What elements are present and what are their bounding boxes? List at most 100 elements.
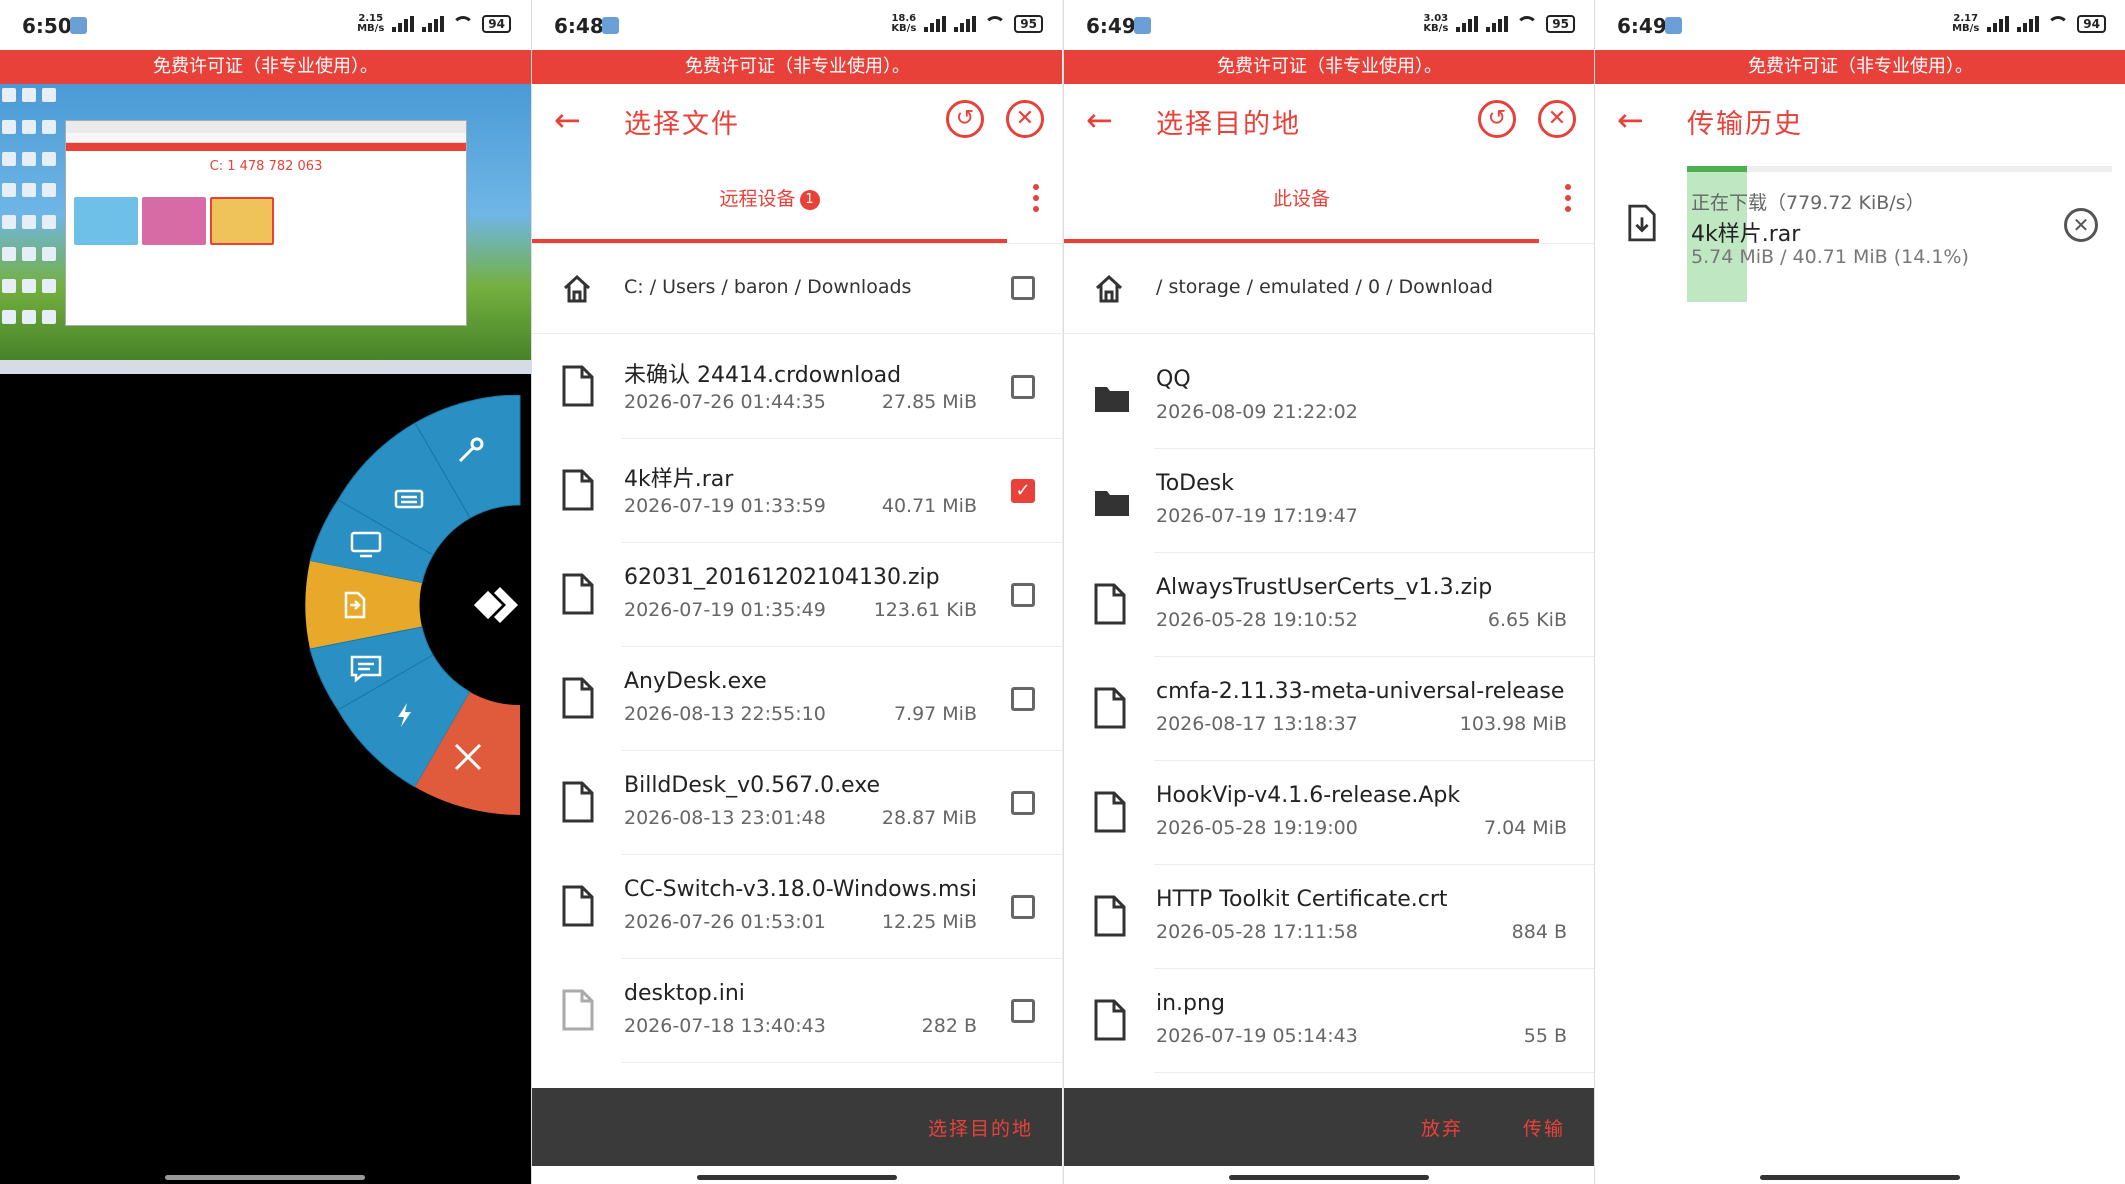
- back-arrow-icon[interactable]: ←: [1617, 102, 1644, 138]
- network-speed: 2.15 MB/s: [357, 13, 385, 34]
- folder-row[interactable]: QQ 2026-08-09 21:22:02: [1064, 345, 1594, 449]
- status-bar: 6:49 2.17 MB/s 94: [1595, 0, 2125, 50]
- remote-taskbar: [0, 360, 531, 374]
- tab-indicator: [532, 239, 1007, 243]
- file-row[interactable]: 未确认 24414.crdownload 2026-07-26 01:44:35 2…: [532, 335, 1062, 439]
- select-file-panel: 6:48 18.6 KB/s 95 免费许可证（非专业使用）。 ← 选择文件 ↺ …: [531, 0, 1062, 1184]
- file-checkbox[interactable]: [1011, 791, 1035, 815]
- item-name: HookVip-v4.1.6-release.Apk: [1156, 783, 1461, 808]
- file-row[interactable]: desktop.ini 2026-07-18 13:40:43 282 B: [532, 959, 1062, 1063]
- file-row[interactable]: in.png 2026-07-19 05:14:43 55 B: [1064, 969, 1594, 1073]
- close-circle-icon[interactable]: ✕: [1006, 100, 1044, 138]
- file-row[interactable]: cmfa-2.11.33-meta-universal-release.apk 2…: [1064, 657, 1594, 761]
- status-time: 6:49: [1617, 14, 1667, 38]
- file-checkbox[interactable]: ✓: [1011, 479, 1035, 503]
- file-size: 28.87 MiB: [881, 807, 977, 829]
- battery-indicator: 94: [2077, 15, 2106, 33]
- home-icon[interactable]: [1094, 274, 1124, 304]
- status-indicators: 2.17 MB/s 94: [1952, 14, 2106, 34]
- file-icon: [1094, 999, 1126, 1041]
- tab-remote-device[interactable]: 远程设备 1: [532, 184, 1007, 211]
- item-date: 2026-08-09 21:22:02: [1156, 401, 1358, 423]
- file-checkbox[interactable]: [1011, 687, 1035, 711]
- transfer-file-name: 4k样片.rar: [1691, 222, 1801, 247]
- file-row[interactable]: BilldDesk_v0.567.0.exe 2026-08-13 23:01:4…: [532, 751, 1062, 855]
- file-date: 2026-07-26 01:44:35: [624, 391, 826, 413]
- file-row[interactable]: AlwaysTrustUserCerts_v1.3.zip 2026-05-28 …: [1064, 553, 1594, 657]
- file-row[interactable]: 62031_20161202104130.zip 2026-07-19 01:35…: [532, 543, 1062, 647]
- transfer-item: 正在下载（779.72 KiB/s） 4k样片.rar 5.74 MiB / 4…: [1595, 166, 2125, 306]
- file-date: 2026-07-19 01:33:59: [624, 495, 826, 517]
- network-speed: 2.17 MB/s: [1952, 13, 1980, 34]
- wifi-icon: [984, 16, 1007, 32]
- transfer-status: 正在下载（779.72 KiB/s）: [1691, 192, 1925, 214]
- file-size: 123.61 KiB: [873, 599, 977, 621]
- file-row[interactable]: AnyDesk.exe 2026-08-13 22:55:10 7.97 MiB: [532, 647, 1062, 751]
- back-arrow-icon[interactable]: ←: [554, 102, 581, 138]
- file-row[interactable]: CC-Switch-v3.18.0-Windows.msi 2026-07-26 …: [532, 855, 1062, 959]
- radial-menu-drawn: [305, 395, 521, 815]
- file-icon: [562, 365, 594, 407]
- desktop-icons: [2, 88, 60, 338]
- notification-icon: [602, 17, 619, 34]
- status-time: 6:48: [554, 14, 604, 38]
- breadcrumb[interactable]: C: / Users / baron / Downloads: [624, 276, 911, 298]
- close-circle-icon[interactable]: ✕: [1538, 100, 1576, 138]
- select-destination-panel: 6:49 3.03 KB/s 95 免费许可证（非专业使用）。 ← 选择目的地 ↺…: [1063, 0, 1594, 1184]
- file-icon: [562, 573, 594, 615]
- history-icon[interactable]: ↺: [946, 100, 984, 138]
- file-row[interactable]: 4k样片.rar 2026-07-19 01:33:59 40.71 MiB ✓: [532, 439, 1062, 543]
- remote-screen[interactable]: C: 1 478 782 063: [0, 84, 531, 374]
- discard-button[interactable]: 放弃: [1421, 1114, 1463, 1141]
- file-date: 2026-07-18 13:40:43: [624, 1015, 826, 1037]
- path-row: C: / Users / baron / Downloads: [532, 244, 1062, 334]
- select-all-checkbox[interactable]: [1011, 276, 1035, 300]
- tab-indicator: [1064, 239, 1539, 243]
- file-checkbox[interactable]: [1011, 375, 1035, 399]
- item-name: cmfa-2.11.33-meta-universal-release.apk: [1156, 679, 1566, 704]
- bottom-action-bar: 选择目的地: [532, 1088, 1062, 1166]
- select-destination-button[interactable]: 选择目的地: [928, 1114, 1033, 1141]
- file-checkbox[interactable]: [1011, 583, 1035, 607]
- more-vert-icon[interactable]: [1033, 184, 1041, 217]
- app-bar: ← 选择文件 ↺ ✕: [532, 84, 1062, 156]
- more-vert-icon[interactable]: [1565, 184, 1573, 217]
- file-icon: [562, 469, 594, 511]
- file-size: 40.71 MiB: [881, 495, 977, 517]
- file-icon: [1094, 583, 1126, 625]
- cancel-transfer-icon[interactable]: ✕: [2064, 208, 2098, 242]
- wifi-icon: [452, 16, 475, 32]
- item-name: HTTP Toolkit Certificate.crt: [1156, 887, 1448, 912]
- folder-row[interactable]: ToDesk 2026-07-19 17:19:47: [1064, 449, 1594, 553]
- item-name: ToDesk: [1156, 471, 1234, 496]
- signal-icon-2: [1486, 16, 1509, 32]
- tab-bar: 此设备: [1064, 156, 1594, 244]
- transfer-button[interactable]: 传输: [1523, 1114, 1565, 1141]
- breadcrumb[interactable]: / storage / emulated / 0 / Download: [1156, 276, 1493, 298]
- page-title: 传输历史: [1687, 109, 1803, 140]
- tab-this-device[interactable]: 此设备: [1064, 184, 1539, 211]
- file-row[interactable]: HTTP Toolkit Certificate.crt 2026-05-28 1…: [1064, 865, 1594, 969]
- item-date: 2026-07-19 17:19:47: [1156, 505, 1358, 527]
- path-row: / storage / emulated / 0 / Download: [1064, 244, 1594, 334]
- gesture-bar: [1760, 1175, 1960, 1180]
- item-name: QQ: [1156, 367, 1191, 392]
- remote-app-window: C: 1 478 782 063: [65, 120, 467, 326]
- file-row[interactable]: HookVip-v4.1.6-release.Apk 2026-05-28 19:…: [1064, 761, 1594, 865]
- status-bar: 6:50 2.15 MB/s 94: [0, 0, 531, 50]
- file-icon: [1094, 895, 1126, 937]
- file-checkbox[interactable]: [1011, 999, 1035, 1023]
- file-size: 12.25 MiB: [881, 911, 977, 933]
- status-indicators: 3.03 KB/s 95: [1423, 14, 1575, 34]
- file-icon: [562, 885, 594, 927]
- network-speed: 3.03 KB/s: [1423, 13, 1449, 34]
- item-size: 884 B: [1511, 921, 1567, 943]
- file-checkbox[interactable]: [1011, 895, 1035, 919]
- back-arrow-icon[interactable]: ←: [1086, 102, 1113, 138]
- remote-id-text: C: 1 478 782 063: [209, 159, 323, 174]
- notification-icon: [1665, 17, 1682, 34]
- signal-icon: [1456, 16, 1479, 32]
- status-time: 6:49: [1086, 14, 1136, 38]
- home-icon[interactable]: [562, 274, 592, 304]
- history-icon[interactable]: ↺: [1478, 100, 1516, 138]
